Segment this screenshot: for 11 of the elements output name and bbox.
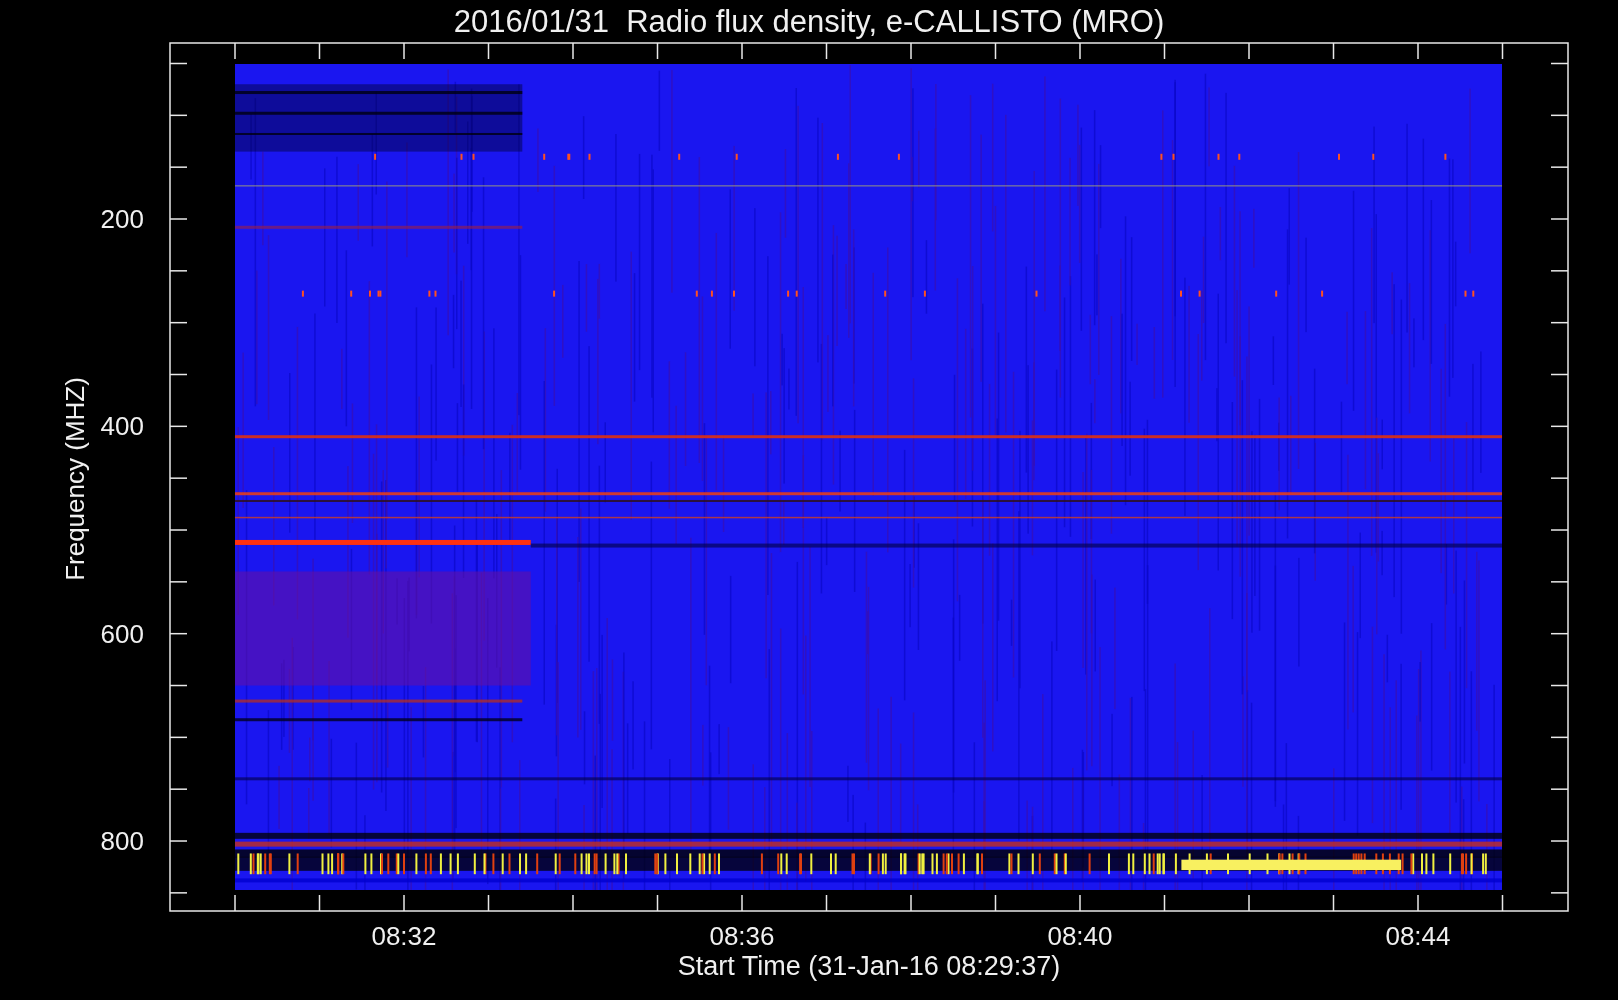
x-tick-label: 08:44: [1385, 921, 1451, 951]
y-tick-label: 400: [100, 411, 144, 442]
chart-title: 2016/01/31 Radio flux density, e-CALLISTO (MRO): [453, 4, 1165, 39]
x-axis-label: Start Time (31-Jan-16 08:29:37): [677, 951, 1061, 981]
y-tick-label: 800: [100, 826, 144, 856]
y-tick-label: 200: [100, 204, 144, 234]
x-tick-label: 08:32: [371, 921, 437, 951]
x-tick-label: 08:36: [709, 921, 775, 951]
y-tick-label: 600: [100, 618, 144, 649]
x-tick-label: 08:40: [1047, 921, 1113, 951]
y-axis-label: Frequency (MHZ): [60, 377, 90, 581]
